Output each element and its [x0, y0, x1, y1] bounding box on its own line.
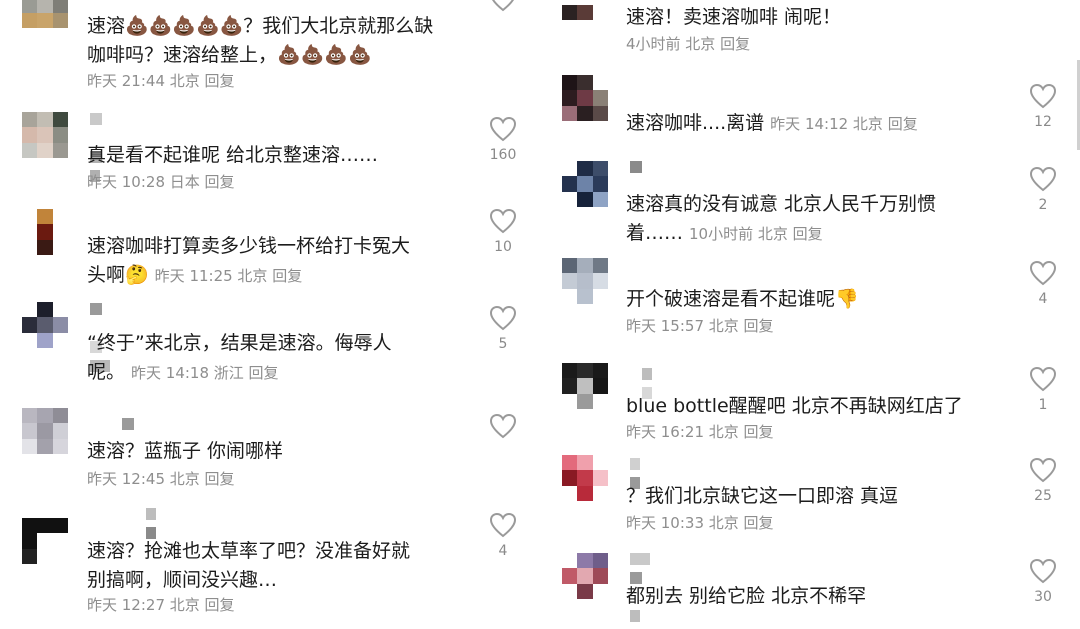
comment-text: 速溶！卖速溶咖啡 闹呢！ [626, 6, 842, 28]
comment-text: blue bottle醒醒吧 北京不再缺网红店了 [626, 395, 963, 417]
avatar[interactable] [562, 161, 608, 207]
username-placeholder [90, 303, 113, 372]
comment-meta: 4小时前 北京 回复 [626, 35, 751, 53]
heart-icon [1029, 83, 1057, 109]
like-button[interactable]: 12 [1023, 83, 1063, 131]
like-button[interactable]: 5 [483, 305, 523, 353]
username-placeholder [146, 508, 159, 539]
heart-icon [1029, 366, 1057, 392]
like-button[interactable]: 4 [483, 512, 523, 560]
comment-meta: 昨天 16:21 北京 回复 [626, 423, 774, 441]
avatar[interactable] [22, 0, 68, 28]
comment-text: 速溶💩💩💩💩💩？我们大北京就那么缺 咖啡吗？速溶给整上，💩💩💩💩 [87, 15, 434, 66]
comment-meta: 昨天 12:45 北京 回复 [87, 470, 235, 488]
avatar[interactable] [22, 518, 68, 564]
comment-text: 速溶真的没有诚意 北京人民千万别惯 着…… 10小时前 北京 回复 [626, 193, 937, 244]
like-count: 30 [1034, 589, 1052, 605]
avatar[interactable] [22, 408, 68, 454]
heart-icon [489, 305, 517, 331]
like-button[interactable]: 160 [483, 116, 523, 164]
comment-meta: 昨天 15:57 北京 回复 [626, 317, 774, 335]
like-button[interactable]: 10 [483, 208, 523, 256]
avatar[interactable] [562, 363, 608, 409]
heart-icon [489, 413, 517, 439]
like-button[interactable]: 30 [1023, 558, 1063, 606]
heart-icon [489, 116, 517, 142]
like-count: 5 [498, 336, 508, 352]
avatar[interactable] [562, 0, 608, 20]
avatar[interactable] [22, 209, 68, 255]
comment-meta: 昨天 10:28 日本 回复 [87, 173, 235, 191]
like-button[interactable]: 4 [1023, 260, 1063, 308]
comment-meta: 昨天 21:44 北京 回复 [87, 72, 235, 90]
like-count: 4 [1038, 291, 1048, 307]
comment-meta: 昨天 14:18 浙江 回复 [131, 364, 279, 382]
avatar[interactable] [22, 112, 68, 158]
heart-icon [1029, 457, 1057, 483]
avatar[interactable] [562, 258, 608, 304]
comment-meta: 昨天 14:12 北京 回复 [770, 115, 918, 133]
like-count: 10 [494, 239, 512, 255]
like-button[interactable]: 2 [1023, 166, 1063, 214]
username-placeholder [630, 553, 653, 622]
username-placeholder [642, 368, 655, 399]
like-button[interactable]: 25 [1023, 457, 1063, 505]
comment-meta: 10小时前 北京 回复 [689, 225, 823, 243]
heart-icon [1029, 260, 1057, 286]
avatar[interactable] [22, 302, 68, 348]
avatar[interactable] [562, 455, 608, 501]
comment-meta: 昨天 10:33 北京 回复 [626, 514, 774, 532]
username-placeholder [122, 418, 137, 432]
username-placeholder [630, 458, 643, 489]
avatar[interactable] [562, 75, 608, 121]
like-count: 2 [1038, 197, 1048, 213]
heart-icon [1029, 166, 1057, 192]
like-count: 25 [1034, 488, 1052, 504]
avatar[interactable] [562, 553, 608, 599]
comment-text: ？我们北京缺它这一口即溶 真逗 [626, 485, 899, 507]
comment-text: 真是看不起谁呢 给北京整速溶…… [87, 144, 379, 166]
heart-icon [489, 512, 517, 538]
comment-meta: 昨天 11:25 北京 回复 [154, 267, 303, 285]
username-placeholder [630, 161, 645, 175]
like-count: 12 [1034, 114, 1052, 130]
like-count: 160 [489, 147, 517, 163]
comment-text: 开个破速溶是看不起谁呢👎 [626, 288, 859, 310]
comment-meta: 昨天 12:27 北京 回复 [87, 596, 235, 614]
like-button[interactable] [483, 413, 523, 439]
like-count: 1 [1038, 397, 1048, 413]
like-button[interactable] [483, 0, 523, 12]
heart-icon [492, 0, 514, 12]
comment-text: 速溶咖啡....离谱 昨天 14:12 北京 回复 [626, 112, 918, 134]
username-placeholder [90, 113, 105, 182]
comment-text: 速溶？抢滩也太草率了吧？没准备好就 别搞啊，顺间没兴趣… [87, 540, 411, 591]
comment-text: “终于”来北京，结果是速溶。侮辱人 呢。 昨天 14:18 浙江 回复 [87, 332, 392, 383]
comment-text: 速溶咖啡打算卖多少钱一杯给打卡冤大 头啊🤔 昨天 11:25 北京 回复 [87, 235, 411, 286]
heart-icon [1029, 558, 1057, 584]
like-button[interactable]: 1 [1023, 366, 1063, 414]
comment-text: 速溶？蓝瓶子 你闹哪样 [87, 440, 284, 462]
heart-icon [489, 208, 517, 234]
like-count: 4 [498, 543, 508, 559]
